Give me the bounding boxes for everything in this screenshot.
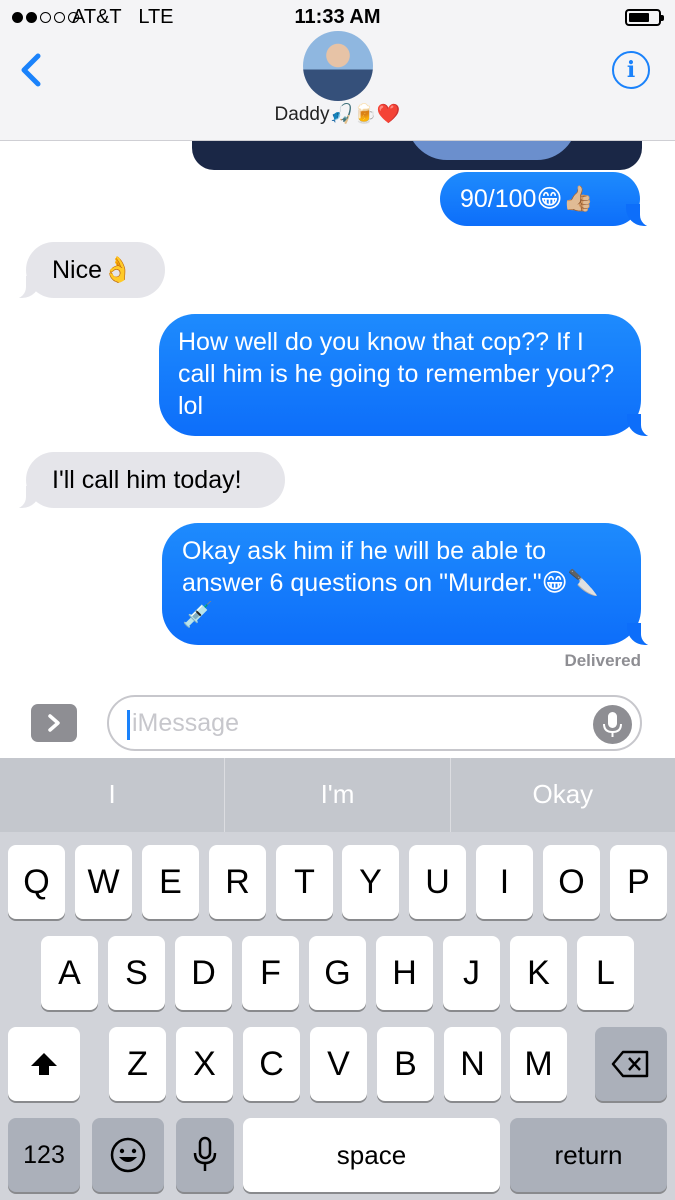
emoji-key[interactable]	[92, 1118, 164, 1192]
key-t[interactable]: T	[276, 845, 333, 919]
key-c[interactable]: C	[243, 1027, 300, 1101]
contact-avatar[interactable]	[303, 31, 373, 101]
key-r[interactable]: R	[209, 845, 266, 919]
key-w[interactable]: W	[75, 845, 132, 919]
key-p[interactable]: P	[610, 845, 667, 919]
key-f[interactable]: F	[242, 936, 299, 1010]
key-k[interactable]: K	[510, 936, 567, 1010]
shift-arrow-icon	[31, 1053, 57, 1075]
key-b[interactable]: B	[377, 1027, 434, 1101]
navigation-header: AT&T LTE 11:33 AM Daddy🎣🍺❤️ i	[0, 0, 675, 141]
key-n[interactable]: N	[444, 1027, 501, 1101]
outgoing-message[interactable]: How well do you know that cop?? If I cal…	[159, 314, 661, 437]
key-s[interactable]: S	[108, 936, 165, 1010]
outgoing-message[interactable]: Okay ask him if he will be able to answe…	[162, 523, 661, 646]
dictation-icon	[193, 1136, 217, 1171]
delivery-status: Delivered	[564, 651, 641, 670]
numbers-key[interactable]: 123	[8, 1118, 80, 1192]
shift-key[interactable]	[8, 1027, 80, 1101]
contact-name[interactable]: Daddy🎣🍺❤️	[0, 102, 675, 126]
key-m[interactable]: M	[510, 1027, 567, 1101]
info-icon[interactable]: i	[612, 51, 650, 89]
message-input-placeholder: iMessage	[132, 709, 239, 737]
text-caret	[127, 710, 130, 740]
suggestion[interactable]: Okay	[451, 758, 675, 832]
key-d[interactable]: D	[175, 936, 232, 1010]
key-a[interactable]: A	[41, 936, 98, 1010]
key-g[interactable]: G	[309, 936, 366, 1010]
keyboard: I I'm Okay Q W E R T Y U I O P A S D F G…	[0, 758, 675, 1200]
status-time: 11:33 AM	[294, 6, 381, 28]
suggestion[interactable]: I	[0, 758, 226, 832]
key-e[interactable]: E	[142, 845, 199, 919]
key-j[interactable]: J	[443, 936, 500, 1010]
outgoing-message[interactable]: 90/100😁👍🏼	[440, 172, 660, 227]
key-o[interactable]: O	[543, 845, 600, 919]
back-chevron-icon	[21, 53, 41, 87]
key-x[interactable]: X	[176, 1027, 233, 1101]
app-drawer-chevron-icon	[48, 714, 60, 732]
key-q[interactable]: Q	[8, 845, 65, 919]
voice-message-button[interactable]	[593, 705, 632, 744]
delete-icon	[611, 1050, 649, 1078]
battery-icon	[625, 9, 664, 26]
app-drawer-button[interactable]	[31, 704, 77, 742]
key-i[interactable]: I	[476, 845, 533, 919]
emoji-icon	[110, 1137, 146, 1173]
key-h[interactable]: H	[376, 936, 433, 1010]
dictation-key[interactable]	[176, 1118, 234, 1192]
key-y[interactable]: Y	[342, 845, 399, 919]
key-v[interactable]: V	[310, 1027, 367, 1101]
key-z[interactable]: Z	[109, 1027, 166, 1101]
message-input[interactable]: iMessage	[107, 695, 642, 751]
microphone-icon	[603, 712, 622, 737]
predictive-bar: I I'm Okay	[0, 758, 675, 832]
space-key[interactable]: space	[243, 1118, 500, 1192]
back-button[interactable]	[14, 48, 54, 92]
return-key[interactable]: return	[510, 1118, 667, 1192]
key-u[interactable]: U	[409, 845, 466, 919]
key-l[interactable]: L	[577, 936, 634, 1010]
incoming-message[interactable]: Nice👌	[6, 242, 165, 299]
delete-key[interactable]	[595, 1027, 667, 1101]
suggestion[interactable]: I'm	[225, 758, 451, 832]
incoming-message[interactable]: I'll call him today!	[6, 452, 285, 509]
